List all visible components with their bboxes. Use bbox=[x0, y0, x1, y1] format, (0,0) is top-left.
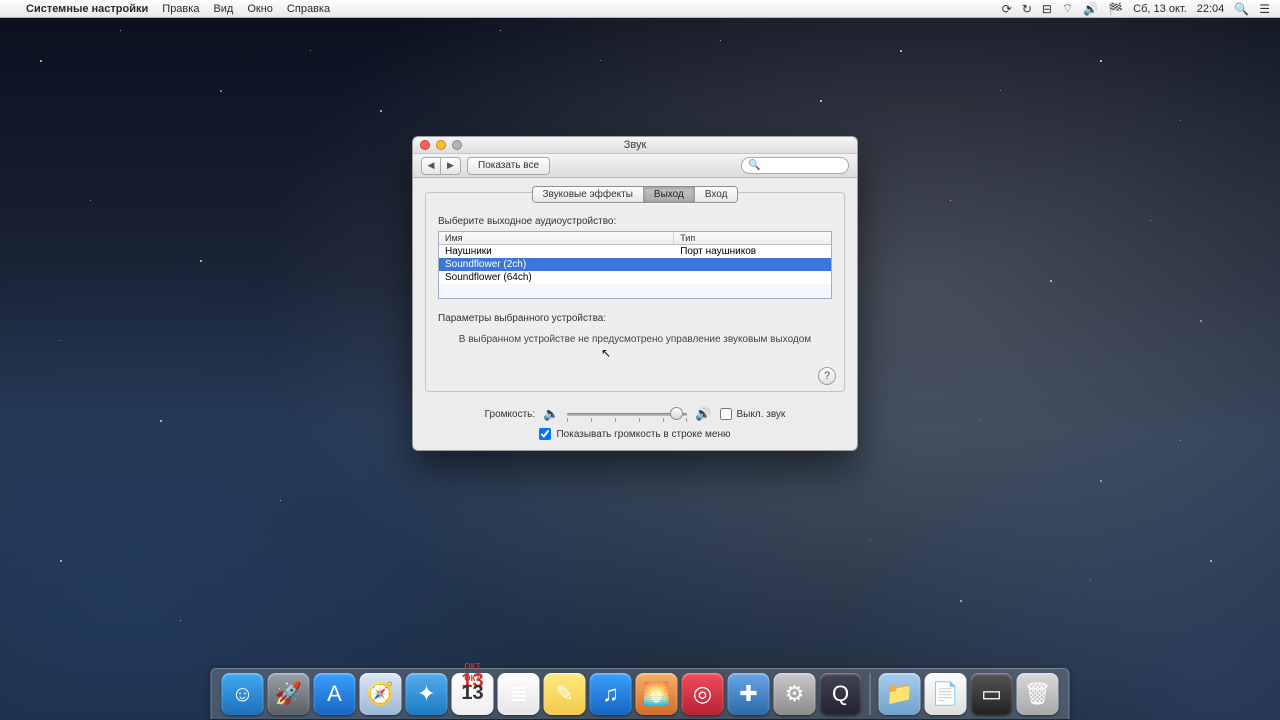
dock-trash[interactable]: 🗑 bbox=[1017, 673, 1059, 715]
show-all-button[interactable]: Показать все bbox=[467, 157, 550, 175]
displays-icon[interactable]: ⊟ bbox=[1042, 2, 1052, 16]
toolbar: ◀ ▶ Показать все 🔍 bbox=[413, 154, 857, 178]
mute-checkbox[interactable]: Выкл. звук bbox=[720, 408, 786, 420]
output-heading: Выберите выходное аудиоустройство: bbox=[438, 216, 832, 227]
speaker-high-icon: 🔊 bbox=[695, 406, 711, 422]
timemachine-icon[interactable]: ↻ bbox=[1022, 2, 1032, 16]
volume-slider[interactable] bbox=[567, 406, 687, 422]
table-row-empty bbox=[439, 284, 831, 298]
menu-view[interactable]: Вид bbox=[213, 3, 233, 15]
dock-separator bbox=[870, 673, 871, 715]
search-icon: 🔍 bbox=[748, 160, 760, 171]
mute-label: Выкл. звук bbox=[737, 409, 786, 420]
dock-device[interactable]: ▭ bbox=[971, 673, 1013, 715]
menubar-date[interactable]: Сб, 13 окт. bbox=[1133, 3, 1187, 15]
menu-help[interactable]: Справка bbox=[287, 3, 330, 15]
dock: ☺🚀A🧭✦ОКТ13≣✎♫🌅◎✚⚙Q 📁📄▭🗑 bbox=[211, 668, 1070, 719]
dock-folder[interactable]: 📁 bbox=[879, 673, 921, 715]
sound-preferences-window: Звук ◀ ▶ Показать все 🔍 Звуковые эффекты… bbox=[412, 136, 858, 451]
show-in-menubar-checkbox[interactable]: Показывать громкость в строке меню bbox=[539, 428, 730, 440]
mute-checkbox-input[interactable] bbox=[720, 408, 732, 420]
notification-center-icon[interactable]: ☰ bbox=[1259, 2, 1270, 16]
volume-icon[interactable]: 🔊 bbox=[1083, 2, 1098, 16]
search-field[interactable]: 🔍 bbox=[741, 157, 849, 174]
speaker-low-icon: 🔈 bbox=[543, 406, 559, 422]
dock-notes[interactable]: ✎ bbox=[544, 673, 586, 715]
column-name[interactable]: Имя bbox=[439, 232, 674, 244]
language-icon[interactable]: 🏁 bbox=[1108, 2, 1123, 16]
menu-window[interactable]: Окно bbox=[247, 3, 273, 15]
close-button[interactable] bbox=[420, 140, 430, 150]
forward-button[interactable]: ▶ bbox=[441, 157, 461, 175]
dock-document[interactable]: 📄 bbox=[925, 673, 967, 715]
back-button[interactable]: ◀ bbox=[421, 157, 441, 175]
search-input[interactable] bbox=[764, 160, 842, 171]
help-button[interactable]: ? bbox=[818, 367, 836, 385]
dock-reminders[interactable]: ≣ bbox=[498, 673, 540, 715]
dock-launchpad[interactable]: 🚀 bbox=[268, 673, 310, 715]
titlebar[interactable]: Звук bbox=[413, 137, 857, 154]
output-device-table: Имя Тип НаушникиПорт наушниковSoundflowe… bbox=[438, 231, 832, 299]
window-title: Звук bbox=[624, 139, 647, 151]
dock-itunes[interactable]: ♫ bbox=[590, 673, 632, 715]
tab-Выход[interactable]: Выход bbox=[644, 187, 695, 202]
menu-bar: Системные настройки Правка Вид Окно Спра… bbox=[0, 0, 1280, 18]
dock-twitter[interactable]: ✦ bbox=[406, 673, 448, 715]
params-heading: Параметры выбранного устройства: bbox=[438, 313, 832, 324]
zoom-button[interactable] bbox=[452, 140, 462, 150]
dock-safari[interactable]: 🧭 bbox=[360, 673, 402, 715]
tab-Вход[interactable]: Вход bbox=[695, 187, 738, 202]
dock-photobooth[interactable]: ◎ bbox=[682, 673, 724, 715]
device-row[interactable]: Soundflower (2ch) bbox=[439, 258, 831, 271]
dock-iphoto[interactable]: 🌅 bbox=[636, 673, 678, 715]
menu-edit[interactable]: Правка bbox=[162, 3, 199, 15]
dock-quicktime[interactable]: Q bbox=[820, 673, 862, 715]
dock-calendar[interactable]: ОКТ13 bbox=[452, 673, 494, 715]
menubar-time[interactable]: 22:04 bbox=[1197, 3, 1225, 15]
tab-bar: Звуковые эффектыВыходВход bbox=[438, 186, 832, 203]
volume-label: Громкость: bbox=[485, 409, 535, 420]
sync-status-icon[interactable]: ⟳ bbox=[1002, 2, 1012, 16]
spotlight-icon[interactable]: 🔍 bbox=[1234, 2, 1249, 16]
dock-finder[interactable]: ☺ bbox=[222, 673, 264, 715]
device-row[interactable]: НаушникиПорт наушников bbox=[439, 245, 831, 258]
no-controls-message: В выбранном устройстве не предусмотрено … bbox=[438, 334, 832, 345]
minimize-button[interactable] bbox=[436, 140, 446, 150]
app-menu[interactable]: Системные настройки bbox=[26, 3, 148, 15]
dock-appstore[interactable]: A bbox=[314, 673, 356, 715]
device-row[interactable]: Soundflower (64ch) bbox=[439, 271, 831, 284]
show-in-menubar-input[interactable] bbox=[539, 428, 551, 440]
dock-systemprefs[interactable]: ⚙ bbox=[774, 673, 816, 715]
tab-Звуковые эффекты[interactable]: Звуковые эффекты bbox=[533, 187, 644, 202]
dock-utilities[interactable]: ✚ bbox=[728, 673, 770, 715]
show-in-menubar-label: Показывать громкость в строке меню bbox=[556, 429, 730, 440]
wifi-icon[interactable]: ⌔ bbox=[1062, 1, 1073, 16]
column-type[interactable]: Тип bbox=[674, 232, 831, 244]
